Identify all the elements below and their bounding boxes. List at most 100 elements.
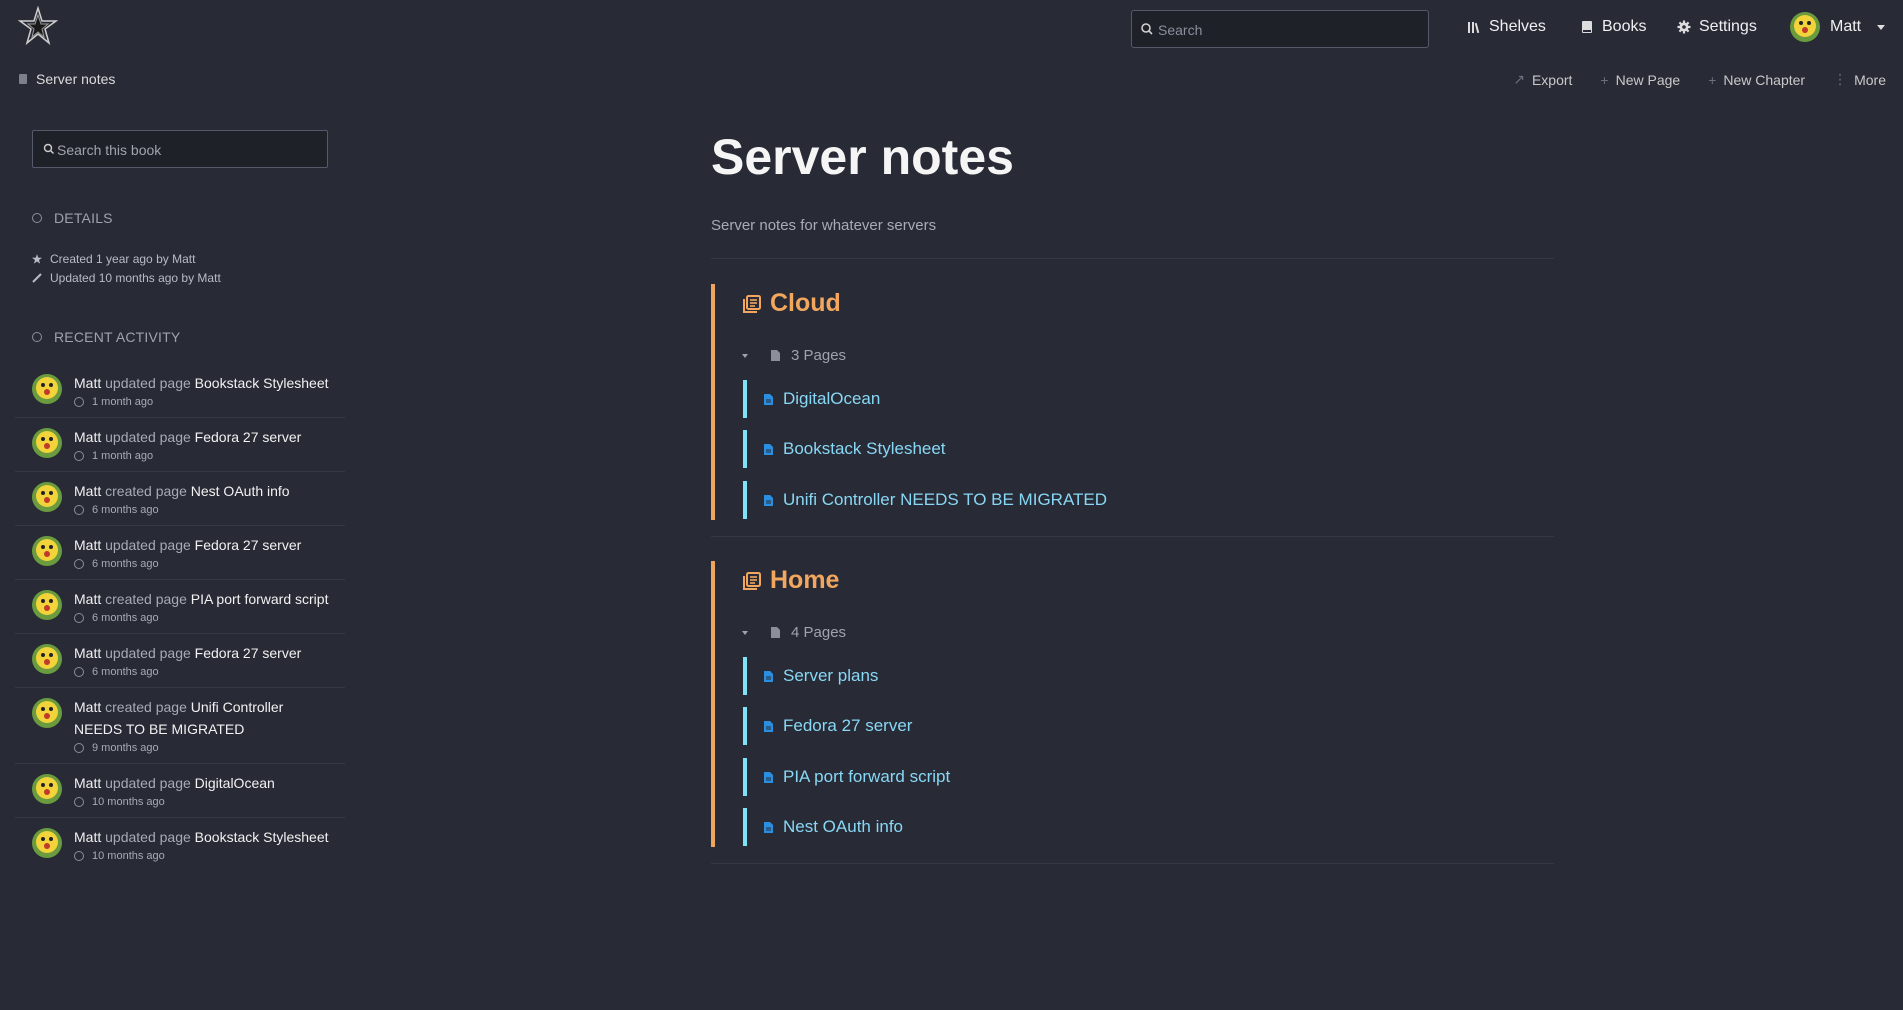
new-chapter-label: New Chapter — [1723, 71, 1806, 88]
nav-settings[interactable]: Settings — [1677, 18, 1757, 36]
page-icon — [764, 443, 773, 455]
book-search-input[interactable] — [55, 131, 319, 169]
clock-icon — [74, 397, 84, 407]
chapter-title: Cloud — [770, 289, 841, 317]
activity-action: updated page — [105, 429, 191, 445]
global-search-field[interactable] — [1131, 10, 1429, 49]
activity-user[interactable]: Matt — [74, 699, 101, 715]
clock-icon — [32, 332, 42, 342]
activity-target-link[interactable]: Bookstack Stylesheet — [195, 829, 329, 845]
search-icon — [1141, 23, 1153, 35]
activity-action: created page — [105, 699, 187, 715]
nav-books[interactable]: Books — [1580, 18, 1646, 36]
activity-target-link[interactable]: Fedora 27 server — [195, 429, 302, 445]
export-label: Export — [1531, 71, 1573, 88]
activity-action: updated page — [105, 375, 191, 391]
activity-user[interactable]: Matt — [74, 429, 101, 445]
activity-target-link[interactable]: Fedora 27 server — [195, 537, 302, 553]
list-item: Matt created page Unifi Controller NEEDS… — [15, 688, 345, 764]
activity-target-link[interactable]: PIA port forward script — [191, 591, 329, 607]
page-link-label: PIA port forward script — [783, 767, 951, 786]
activity-target-link[interactable]: DigitalOcean — [195, 775, 275, 791]
activity-user[interactable]: Matt — [74, 537, 101, 553]
activity-user[interactable]: Matt — [74, 645, 101, 661]
new-chapter-button[interactable]: + New Chapter — [1708, 71, 1805, 88]
chevron-down-icon — [1877, 24, 1886, 30]
plus-icon: + — [1708, 71, 1717, 88]
chapter-page-count: 3 Pages — [791, 347, 847, 364]
activity-action: updated page — [105, 829, 191, 845]
page-link-label: Server plans — [783, 666, 879, 685]
more-button[interactable]: ⋮ More — [1833, 71, 1886, 88]
clock-icon — [74, 559, 84, 569]
activity-target-link[interactable]: Fedora 27 server — [195, 645, 302, 661]
activity-user[interactable]: Matt — [74, 483, 101, 499]
page-link-server-plans[interactable]: Server plans — [743, 657, 878, 695]
activity-user[interactable]: Matt — [74, 591, 101, 607]
pencil-icon — [32, 273, 42, 283]
activity-user[interactable]: Matt — [74, 375, 101, 391]
chapter-header[interactable]: Home — [742, 566, 839, 595]
chapter-icon — [743, 294, 761, 313]
chapter-header[interactable]: Cloud — [742, 289, 841, 318]
chevron-down-icon — [742, 630, 748, 635]
new-page-button[interactable]: + New Page — [1600, 71, 1680, 88]
book-icon — [19, 74, 27, 84]
activity-time: 6 months ago — [92, 504, 159, 516]
user-menu[interactable]: Matt — [1790, 12, 1886, 42]
avatar — [32, 536, 62, 566]
page-link-pia-port-forward-script[interactable]: PIA port forward script — [743, 758, 950, 796]
export-button[interactable]: ↗ Export — [1513, 71, 1572, 88]
page-title: Server notes — [711, 129, 1014, 185]
page-link-label: DigitalOcean — [783, 389, 881, 408]
activity-time: 9 months ago — [92, 742, 159, 754]
page-icon — [764, 393, 773, 405]
breadcrumb-book-label: Server notes — [36, 71, 116, 87]
new-page-label: New Page — [1615, 71, 1681, 88]
chapter-home: Home 4 Pages Server plans Fedora 27 serv… — [711, 561, 1558, 847]
page-link-digitalocean[interactable]: DigitalOcean — [743, 380, 880, 418]
nav-books-label: Books — [1602, 18, 1647, 35]
activity-user[interactable]: Matt — [74, 775, 101, 791]
list-item: Matt updated page Fedora 27 server 6 mon… — [15, 634, 345, 688]
details-heading: DETAILS — [32, 210, 113, 226]
page-link-unifi-controller[interactable]: Unifi Controller NEEDS TO BE MIGRATED — [743, 481, 1107, 519]
chapter-pages-toggle[interactable]: 4 Pages — [742, 624, 846, 641]
global-search-input[interactable] — [1156, 11, 1420, 49]
user-name: Matt — [1830, 18, 1862, 35]
avatar — [32, 374, 62, 404]
list-item: Matt updated page Bookstack Stylesheet 1… — [15, 364, 345, 418]
page-link-fedora-27-server[interactable]: Fedora 27 server — [743, 707, 912, 745]
page-link-nest-oauth-info[interactable]: Nest OAuth info — [743, 808, 903, 846]
activity-time: 1 month ago — [92, 396, 154, 408]
updated-meta: Updated 10 months ago by Matt — [32, 271, 221, 285]
activity-time: 10 months ago — [92, 850, 165, 862]
breadcrumb[interactable]: Server notes — [18, 71, 115, 87]
page-link-bookstack-stylesheet[interactable]: Bookstack Stylesheet — [743, 430, 946, 468]
activity-action: updated page — [105, 645, 191, 661]
app-logo-icon[interactable] — [17, 5, 59, 46]
activity-action: created page — [105, 483, 187, 499]
clock-icon — [74, 851, 84, 861]
activity-time: 6 months ago — [92, 612, 159, 624]
chapter-pages-toggle[interactable]: 3 Pages — [742, 347, 846, 364]
chapter-icon — [743, 571, 761, 590]
shelves-icon — [1468, 22, 1480, 34]
clock-icon — [74, 667, 84, 677]
list-item: Matt updated page DigitalOcean 10 months… — [15, 764, 345, 818]
activity-user[interactable]: Matt — [74, 829, 101, 845]
activity-action: created page — [105, 591, 187, 607]
activity-target-link[interactable]: Bookstack Stylesheet — [195, 375, 329, 391]
info-icon — [32, 213, 42, 223]
avatar — [32, 644, 62, 674]
details-title: DETAILS — [54, 210, 113, 226]
more-label: More — [1854, 71, 1886, 88]
page-link-label: Bookstack Stylesheet — [783, 439, 946, 458]
nav-shelves[interactable]: Shelves — [1467, 18, 1546, 36]
clock-icon — [74, 505, 84, 515]
book-search-field[interactable] — [32, 130, 328, 169]
activity-target-link[interactable]: Nest OAuth info — [191, 483, 290, 499]
divider — [711, 258, 1554, 259]
activity-time: 10 months ago — [92, 796, 165, 808]
page-icon — [764, 494, 773, 506]
